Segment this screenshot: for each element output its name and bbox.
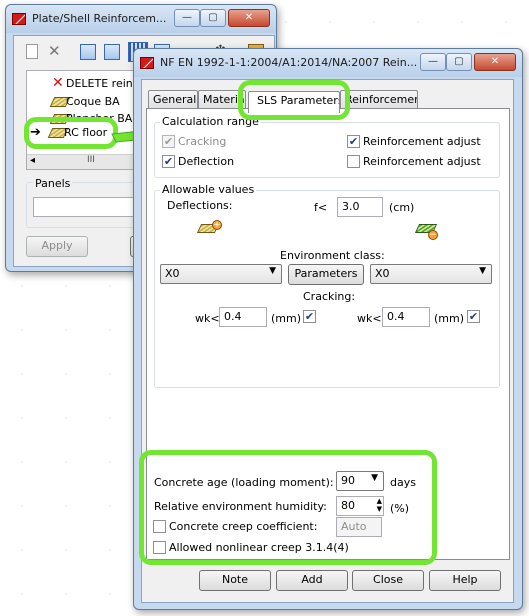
nonlinear-creep-checkbox[interactable] bbox=[153, 541, 166, 554]
note-button[interactable]: Note bbox=[199, 570, 271, 591]
humidity-spin-up-icon[interactable]: ▲ bbox=[377, 497, 382, 505]
environment-class-left-value: X0 bbox=[165, 267, 180, 280]
wk-left-label: wk< bbox=[195, 312, 220, 325]
chevron-down-icon: ▼ bbox=[371, 473, 378, 483]
reinforcement-adjust-1-label: Reinforcement adjust bbox=[363, 135, 481, 148]
wk-left-input[interactable]: 0.4 bbox=[219, 307, 267, 327]
scroll-left-arrow-icon[interactable]: ◂ bbox=[30, 155, 35, 166]
environment-class-left-select[interactable]: X0 ▼ bbox=[160, 264, 282, 284]
tab-materials[interactable]: Materials bbox=[198, 90, 246, 109]
calculation-range-group: Calculation range bbox=[154, 115, 500, 178]
maximize-button[interactable]: ▢ bbox=[446, 53, 472, 71]
panels-input[interactable] bbox=[33, 197, 141, 217]
deflection-up-icon: + bbox=[196, 220, 223, 234]
minimize-button[interactable]: — bbox=[420, 53, 446, 71]
add-button[interactable]: Add bbox=[276, 570, 348, 591]
maximize-button[interactable]: ▢ bbox=[200, 9, 226, 27]
minimize-button[interactable]: — bbox=[174, 9, 200, 27]
arrow-pointer-icon: ➔ bbox=[30, 125, 41, 140]
parameters-button[interactable]: Parameters bbox=[288, 264, 364, 285]
close-button[interactable]: Close bbox=[352, 570, 424, 591]
creep-coefficient-checkbox[interactable] bbox=[153, 520, 166, 533]
tree-horizontal-scrollbar[interactable]: ◂ III bbox=[27, 154, 135, 169]
tab-reinforcement[interactable]: Reinforcement bbox=[340, 90, 418, 109]
cracking-limit-label: Cracking: bbox=[303, 290, 356, 303]
deflections-label: Deflections: bbox=[167, 199, 233, 212]
delete-icon[interactable]: ✕ bbox=[48, 42, 64, 60]
scroll-thumb[interactable]: III bbox=[87, 155, 95, 165]
reinforcement-adjust-2-label: Reinforcement adjust bbox=[363, 155, 481, 168]
concrete-age-value: 90 bbox=[341, 474, 355, 487]
f-limit-label: f< bbox=[314, 201, 328, 214]
tree-item-rc-floor[interactable]: RC floor bbox=[64, 126, 107, 139]
new-document-icon[interactable] bbox=[26, 44, 38, 59]
app-logo-icon bbox=[140, 57, 154, 69]
wk-right-checkbox[interactable]: ✔ bbox=[467, 310, 480, 323]
humidity-input[interactable]: 80 ▲ ▼ bbox=[336, 496, 384, 516]
help-button[interactable]: Help bbox=[429, 570, 501, 591]
deflection-checkbox[interactable]: ✔ bbox=[162, 155, 175, 168]
list-view-icon[interactable] bbox=[80, 44, 96, 60]
humidity-value: 80 bbox=[341, 499, 355, 512]
panels-label: Panels bbox=[33, 177, 73, 190]
main-window-titlebar[interactable]: NF EN 1992-1-1:2004/A1:2014/NA:2007 Rein… bbox=[134, 49, 522, 77]
creep-coefficient-input[interactable]: Auto bbox=[336, 517, 382, 537]
nonlinear-creep-label: Allowed nonlinear creep 3.1.4(4) bbox=[169, 541, 349, 554]
wk-right-input[interactable]: 0.4 bbox=[382, 307, 430, 327]
deflection-limit-input[interactable]: 3.0 bbox=[337, 197, 383, 217]
deflection-unit-label: (cm) bbox=[389, 201, 415, 214]
apply-button[interactable]: Apply bbox=[26, 236, 88, 257]
deflection-label: Deflection bbox=[178, 155, 235, 168]
concrete-age-label: Concrete age (loading moment): bbox=[154, 476, 334, 489]
close-window-button[interactable]: ✕ bbox=[474, 53, 516, 71]
wk-right-unit-label: (mm) bbox=[434, 312, 465, 325]
humidity-unit-label: (%) bbox=[390, 502, 410, 515]
tab-sls-parameters[interactable]: SLS Parameters bbox=[248, 91, 340, 113]
calculation-range-title: Calculation range bbox=[160, 115, 261, 128]
wk-left-checkbox[interactable]: ✔ bbox=[303, 310, 316, 323]
cracking-label: Cracking bbox=[178, 135, 227, 148]
wk-right-label: wk< bbox=[357, 312, 382, 325]
concrete-age-select[interactable]: 90 ▼ bbox=[336, 471, 384, 491]
back-window-titlebar[interactable]: Plate/Shell Reinforcem... — ▢ ✕ bbox=[6, 5, 276, 33]
app-logo-icon bbox=[12, 13, 26, 25]
deflection-down-icon: − bbox=[414, 222, 441, 242]
concrete-age-unit-label: days bbox=[390, 476, 416, 489]
creep-coefficient-label: Concrete creep coefficient: bbox=[169, 520, 318, 533]
humidity-spin-down-icon[interactable]: ▼ bbox=[377, 505, 382, 513]
environment-class-right-value: X0 bbox=[375, 267, 390, 280]
environment-class-label: Environment class: bbox=[280, 249, 385, 262]
environment-class-right-select[interactable]: X0 ▼ bbox=[370, 264, 492, 284]
reinforcement-adjust-1-checkbox[interactable]: ✔ bbox=[347, 135, 360, 148]
allowable-values-title: Allowable values bbox=[160, 183, 257, 196]
humidity-label: Relative environment humidity: bbox=[154, 500, 327, 513]
reinforcement-adjust-2-checkbox[interactable] bbox=[347, 155, 360, 168]
back-window-title: Plate/Shell Reinforcem... bbox=[32, 12, 167, 25]
wk-left-unit-label: (mm) bbox=[271, 312, 302, 325]
chevron-down-icon: ▼ bbox=[479, 266, 486, 276]
close-window-button[interactable]: ✕ bbox=[228, 9, 270, 27]
main-window-title: NF EN 1992-1-1:2004/A1:2014/NA:2007 Rein… bbox=[160, 56, 418, 69]
tab-general[interactable]: General bbox=[148, 90, 198, 109]
cracking-checkbox[interactable]: ✔ bbox=[162, 135, 175, 148]
panels-groupbox: Panels bbox=[26, 177, 146, 228]
chevron-down-icon: ▼ bbox=[269, 266, 276, 276]
grid-view-icon[interactable] bbox=[104, 44, 120, 60]
